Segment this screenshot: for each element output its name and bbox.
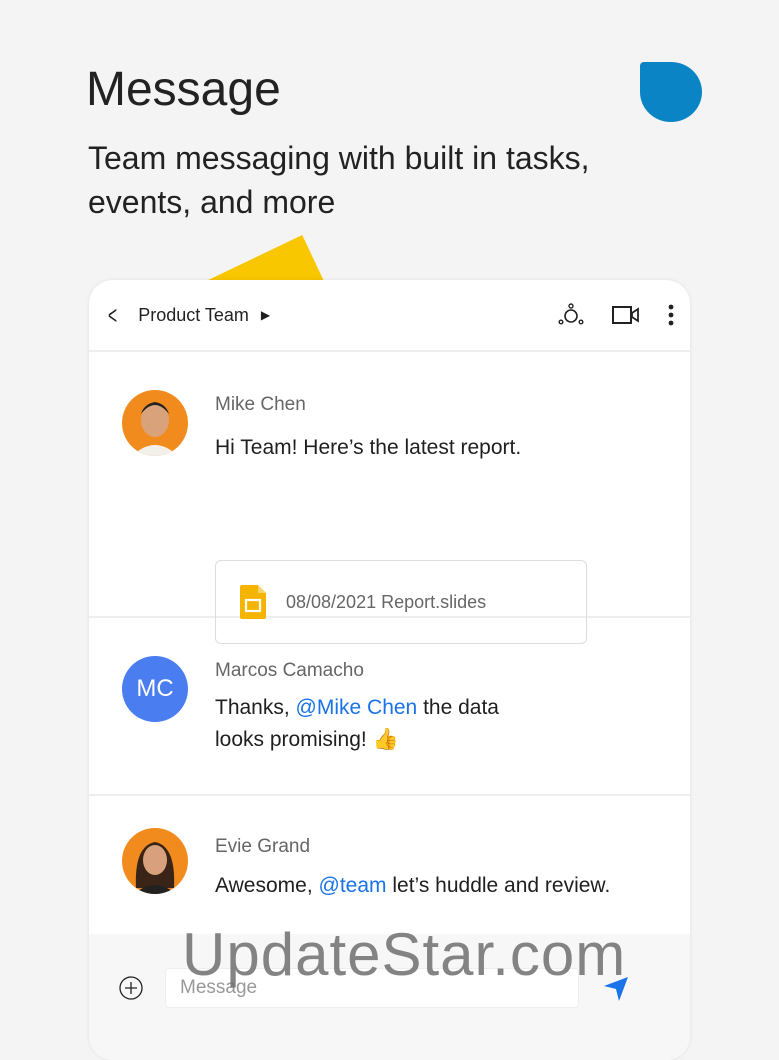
sender-name: Marcos Camacho bbox=[215, 660, 364, 681]
message-item: MC Marcos Camacho Thanks, @Mike Chen the… bbox=[89, 618, 690, 796]
sender-name: Mike Chen bbox=[215, 394, 306, 415]
mention-link[interactable]: @Mike Chen bbox=[296, 696, 418, 719]
sender-name: Evie Grand bbox=[215, 836, 311, 857]
watermark: UpdateStar.com bbox=[182, 921, 627, 988]
page-title: Message bbox=[86, 63, 281, 116]
chat-header: < Product Team ▶ bbox=[89, 280, 690, 352]
message-item: Mike Chen Hi Team! Here’s the latest rep… bbox=[89, 352, 690, 644]
huddle-icon[interactable] bbox=[558, 303, 584, 327]
avatar-evie-grand bbox=[122, 828, 188, 894]
message-text: Awesome, @team let’s huddle and review. bbox=[215, 874, 611, 897]
caret-right-icon[interactable]: ▶ bbox=[261, 308, 270, 322]
message-text: Hi Team! Here’s the latest report. bbox=[215, 436, 522, 459]
avatar-marcos-camacho: MC bbox=[122, 656, 188, 722]
back-icon[interactable]: < bbox=[108, 300, 117, 331]
slides-file-icon bbox=[240, 585, 266, 619]
decorative-blue-shape bbox=[640, 62, 702, 122]
more-options-icon[interactable] bbox=[668, 304, 674, 326]
chat-title[interactable]: Product Team bbox=[138, 305, 249, 326]
add-icon[interactable] bbox=[119, 976, 143, 1000]
decorative-yellow-shape bbox=[197, 235, 331, 285]
mention-link[interactable]: @team bbox=[319, 874, 387, 897]
avatar-mike-chen bbox=[122, 390, 188, 456]
message-item: Evie Grand Awesome, @team let’s huddle a… bbox=[89, 796, 690, 934]
page-subtitle: Team messaging with built in tasks, even… bbox=[88, 140, 590, 220]
message-text: Thanks, @Mike Chen the data looks promisi… bbox=[215, 696, 499, 751]
attachment-name: 08/08/2021 Report.slides bbox=[286, 591, 487, 612]
video-call-icon[interactable] bbox=[612, 305, 640, 325]
